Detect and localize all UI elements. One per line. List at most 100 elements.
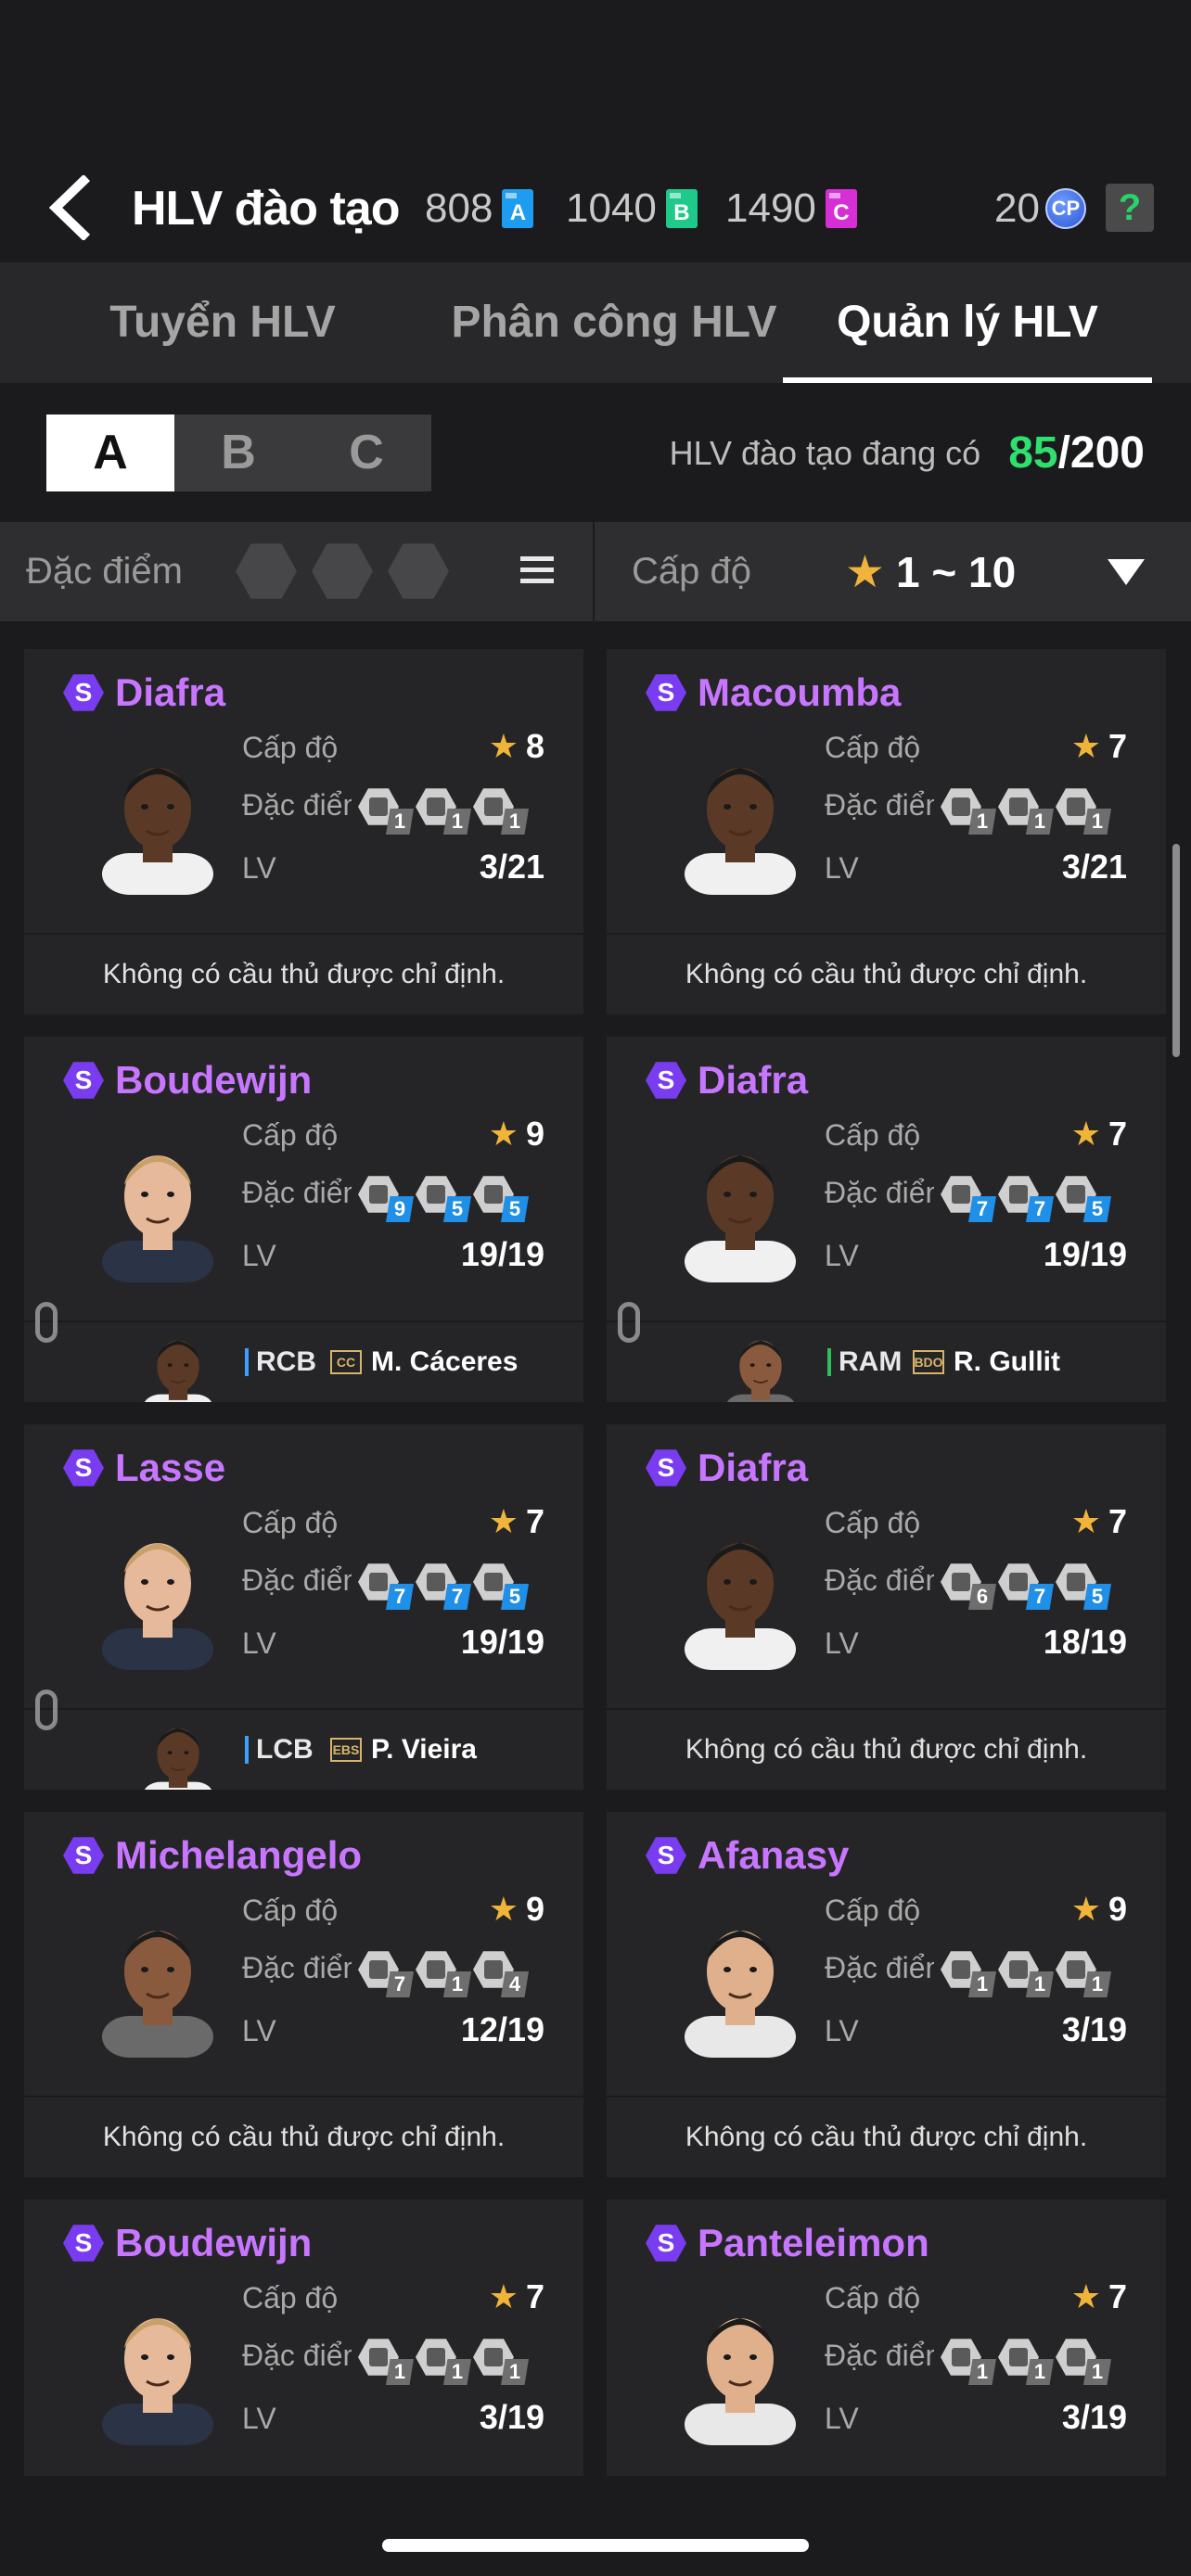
trait-badge: 7 (358, 1949, 414, 1997)
trait-badge: 5 (473, 1562, 529, 1610)
coach-portrait (685, 1517, 796, 1670)
trait-slot-3[interactable] (388, 543, 449, 599)
trait-badge: 1 (358, 786, 414, 835)
trait-badge: 9 (358, 1174, 414, 1222)
position-tag: LCB (245, 1734, 314, 1766)
segment-c[interactable]: C (302, 414, 430, 491)
coach-name: S Macoumba (646, 670, 901, 716)
scrollbar[interactable] (1172, 844, 1180, 1057)
level-label: Cấp độ (825, 1506, 921, 1539)
assigned-player[interactable]: RAM BDO R. Gullit (607, 1302, 1166, 1402)
assigned-player[interactable]: LCB EBS P. Vieira (24, 1690, 583, 1790)
coach-card-list[interactable]: SDiafraCấp độ★8Đặc điểm111LV3/21Không có… (0, 623, 1191, 2476)
segment-a[interactable]: A (46, 414, 174, 491)
coach-card[interactable]: SDiafraCấp độ★7Đặc điểm775LV19/19RAMBDOR… (607, 1037, 1166, 1402)
position-tag: RAM (827, 1346, 902, 1378)
page-title: HLV đào tạo (132, 182, 400, 236)
coach-portrait (102, 2292, 213, 2445)
position-tag: RCB (245, 1346, 316, 1378)
level-value: ★ 9 (1070, 1890, 1127, 1928)
ticket-b-icon: B (665, 189, 698, 228)
trait-label: Đặc điểm (825, 1176, 934, 1209)
back-button[interactable] (37, 171, 102, 245)
s-grade-icon: S (63, 674, 104, 711)
coach-card[interactable]: SDiafraCấp độ★8Đặc điểm111LV3/21Không có… (24, 649, 583, 1014)
trait-badge: 1 (941, 786, 996, 835)
assigned-player[interactable]: RCB CC M. Cáceres (24, 1302, 583, 1402)
dropdown-arrow-icon[interactable] (1108, 559, 1145, 585)
coach-portrait (102, 1517, 213, 1670)
coach-portrait (102, 1129, 213, 1282)
star-icon: ★ (488, 1502, 519, 1540)
coach-portrait (685, 1905, 796, 2058)
coach-card[interactable]: SPanteleimonCấp độ★7Đặc điểm111LV3/19Khô… (607, 2200, 1166, 2476)
trait-badge: 1 (998, 2337, 1054, 2385)
star-icon: ★ (488, 727, 519, 765)
trait-badge: 7 (941, 1174, 996, 1222)
trait-badge: 5 (473, 1174, 529, 1222)
club-tag: CC M. Cáceres (330, 1346, 518, 1378)
lv-value: 18/19 (1043, 1623, 1127, 1661)
coach-count-label: HLV đào tạo đang có (669, 433, 981, 472)
coach-card[interactable]: SBoudewijnCấp độ★9Đặc điểm955LV19/19RCBC… (24, 1037, 583, 1402)
coach-card[interactable]: SLasseCấp độ★7Đặc điểm775LV19/19LCBEBSP.… (24, 1424, 583, 1790)
tab-manage-coach[interactable]: Quản lý HLV (783, 262, 1152, 383)
trait-badge: 1 (473, 786, 529, 835)
tab-recruit-coach[interactable]: Tuyển HLV (0, 262, 445, 383)
segment-b[interactable]: B (174, 414, 302, 491)
trait-badge: 7 (998, 1562, 1054, 1610)
level-filter[interactable]: Cấp độ ★ 1 ~ 10 (595, 522, 1191, 621)
coach-card[interactable]: SMichelangelo Cấp độ ★9 Đặc điểm714 LV 12/19 K… (24, 1812, 583, 2177)
trait-label: Đặc điểm (825, 1563, 934, 1597)
trait-badge: 5 (1056, 1562, 1111, 1610)
chevron-left-icon (48, 175, 91, 240)
trait-badge: 5 (416, 1174, 471, 1222)
s-grade-icon: S (646, 674, 686, 711)
coach-card[interactable]: SAfanasyCấp độ★9Đặc điểm111LV3/19Không c… (607, 1812, 1166, 2177)
coach-name: S Boudewijn (63, 1057, 312, 1103)
s-grade-icon: S (646, 1449, 686, 1486)
level-value: ★ 7 (1070, 727, 1127, 765)
lv-label: LV (242, 851, 276, 885)
level-value: ★ 7 (488, 2277, 544, 2315)
level-label: Cấp độ (825, 1894, 921, 1927)
season-badge-icon: EBS (330, 1738, 362, 1762)
lv-label: LV (242, 1239, 276, 1272)
link-icon (35, 1302, 58, 1343)
s-grade-icon: S (646, 1837, 686, 1874)
trait-slot-2[interactable] (312, 543, 373, 599)
no-player-text: Không có cầu thủ được chỉ định. (607, 1708, 1166, 1790)
coach-count-total: /200 (1057, 428, 1145, 478)
trait-list: 775 (941, 1174, 1113, 1222)
trait-filter[interactable]: Đặc điểm c (0, 522, 595, 621)
lv-value: 12/19 (460, 2010, 544, 2048)
currency-cp: 20 CP (994, 158, 1086, 260)
player-avatar (725, 1324, 796, 1402)
trait-slot-1[interactable] (236, 543, 297, 599)
level-label: Cấp độ (825, 2281, 921, 2315)
coach-card[interactable]: SBoudewijnCấp độ★7Đặc điểm111LV3/19Không… (24, 2200, 583, 2476)
trait-badge: 1 (998, 1949, 1054, 1997)
tab-assign-coach[interactable]: Phân công HLV (445, 262, 783, 383)
coach-count: HLV đào tạo đang có 85 /200 (670, 414, 1145, 491)
ticket-a-icon: A (502, 189, 534, 228)
lv-label: LV (825, 2402, 859, 2435)
lv-value: 3/19 (1061, 2398, 1127, 2436)
menu-icon[interactable] (520, 556, 554, 584)
coach-name: S Diafra (646, 1445, 808, 1491)
trait-badge: 1 (416, 786, 471, 835)
cp-coin-icon: CP (1044, 188, 1086, 229)
coach-card[interactable]: SMacoumbaCấp độ★7Đặc điểm111LV3/21Không … (607, 649, 1166, 1014)
coach-name: S Afanasy (646, 1832, 849, 1879)
s-grade-icon: S (63, 1837, 104, 1874)
coach-name: S Diafra (646, 1057, 808, 1103)
trait-badge: 1 (1056, 786, 1111, 835)
trait-list: 111 (358, 786, 531, 835)
trait-label: Đặc điểm (825, 1951, 934, 1984)
trait-filter-label: Đặc điểm c (26, 551, 193, 592)
currency-ticket-c: 1490 C (725, 158, 857, 260)
trait-list: 111 (941, 786, 1113, 835)
coach-card[interactable]: SDiafraCấp độ★7Đặc điểm675LV18/19Không c… (607, 1424, 1166, 1790)
trait-badge: 1 (941, 2337, 996, 2385)
help-button[interactable]: ? (1106, 184, 1154, 232)
